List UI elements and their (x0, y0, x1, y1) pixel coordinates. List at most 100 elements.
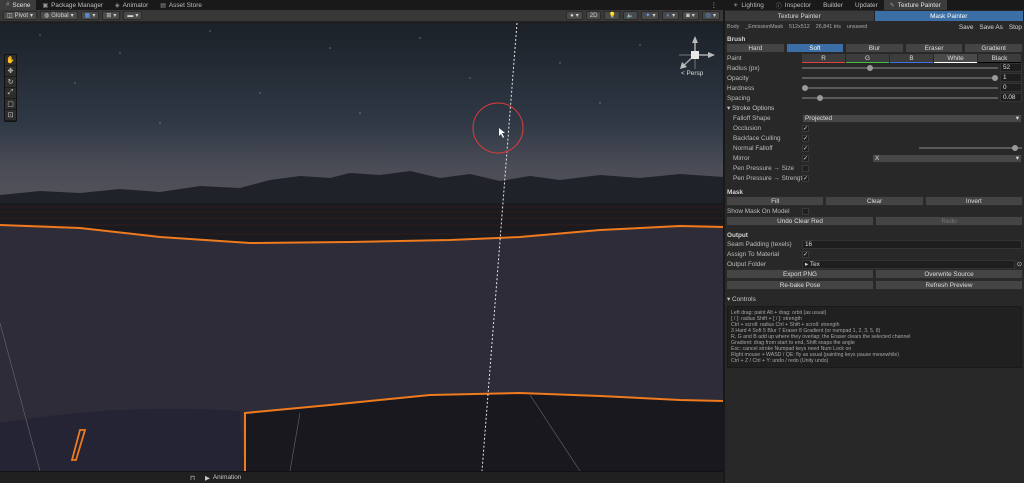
layers-icon: ▬ (127, 12, 134, 19)
stop-button[interactable]: Stop (1009, 24, 1022, 31)
output-folder-field[interactable]: ▸ Tex (802, 259, 1015, 269)
hardness-slider[interactable]: 0 (802, 83, 1022, 93)
occlusion-checkbox[interactable]: ✓ (802, 124, 809, 132)
rebake-pose-button[interactable]: Re-bake Pose (726, 280, 874, 290)
camera-icon: ◙ (686, 12, 690, 19)
normal-falloff-checkbox[interactable]: ✓ (802, 144, 809, 152)
channel-g-button[interactable]: G (846, 53, 889, 63)
scale-tool-icon[interactable]: ⤢ (5, 88, 16, 99)
falloff-dropdown[interactable]: Projected (802, 113, 1022, 123)
spacing-value[interactable]: 0.08 (1000, 93, 1022, 102)
stroke-options-foldout[interactable]: ▾ Stroke Options (725, 103, 1024, 113)
channel-b-button[interactable]: B (890, 53, 933, 63)
brush-soft-button[interactable]: Soft (785, 43, 845, 53)
shading-mode-button[interactable]: ● ▾ (566, 11, 583, 20)
store-icon: ▤ (160, 2, 166, 9)
gizmos-button[interactable]: ◎ ▾ (701, 11, 720, 20)
snap-increment-button[interactable]: ⊞ ▾ (102, 11, 121, 20)
object-picker-icon[interactable]: ⊙ (1015, 260, 1022, 268)
show-mask-row: Show Mask On Model (725, 206, 1024, 216)
brush-blur-button[interactable]: Blur (845, 43, 904, 53)
tab-inspector[interactable]: ⓘ Inspector (770, 0, 817, 10)
opacity-value[interactable]: 1 (1000, 73, 1022, 82)
target-info: Body _EmissionMask 512x512 26,841 tris u… (725, 21, 1024, 33)
hand-tool-icon[interactable]: ✋ (5, 55, 16, 66)
pivot-icon: ◫ (7, 13, 13, 19)
perspective-label[interactable]: < Persp (681, 70, 703, 77)
export-png-button[interactable]: Export PNG (726, 269, 874, 279)
normal-falloff-slider[interactable] (919, 143, 1022, 153)
tab-builder[interactable]: Builder (817, 0, 849, 10)
texture-painter-panel: ☀ Lighting ⓘ Inspector Builder Updater ✎ Te… (725, 0, 1024, 483)
tab-texture-painter[interactable]: ✎ Texture Painter (883, 0, 947, 10)
grid-snap-button[interactable]: ▦ ▾ (80, 11, 100, 20)
global-dropdown[interactable]: ◍ Global ▾ (40, 11, 78, 20)
pen-strength-checkbox[interactable]: ✓ (802, 174, 809, 182)
seam-padding-field[interactable]: 16 (802, 239, 1022, 249)
mirror-checkbox[interactable]: ✓ (802, 154, 809, 162)
scene-viewport[interactable]: ✋ ✥ ↻ ⤢ ▢ ⊡ (0, 23, 723, 471)
refresh-preview-button[interactable]: Refresh Preview (875, 280, 1023, 290)
spacing-slider[interactable]: 0.08 (802, 93, 1022, 103)
invert-button[interactable]: Invert (924, 196, 1023, 206)
pivot-dropdown[interactable]: ◫ Pivot ▾ (3, 11, 38, 20)
tab-lighting[interactable]: ☀ Lighting (727, 0, 770, 10)
more-options-icon[interactable]: ⋮ (705, 0, 723, 10)
assign-material-checkbox[interactable]: ✓ (802, 250, 809, 258)
channel-r-button[interactable]: R (802, 53, 845, 63)
mode-2d-button[interactable]: 2D (585, 11, 602, 20)
tab-animator[interactable]: ◈ Animator (109, 0, 154, 10)
pen-size-checkbox[interactable] (802, 164, 809, 172)
radius-slider[interactable]: 52 (802, 63, 1022, 73)
channel-white-button[interactable]: White (934, 53, 977, 63)
audio-toggle[interactable]: 🔈 (622, 11, 639, 20)
hidden-objects-toggle[interactable]: ◐ ▾ (662, 11, 680, 20)
lock-icon[interactable]: ⊓ (190, 474, 195, 482)
normal-falloff-row: Normal Falloff ✓ (725, 143, 1024, 153)
tab-mask-painter-mode[interactable]: Mask Painter (874, 11, 1024, 21)
save-as-button[interactable]: Save As (979, 24, 1002, 31)
fill-button[interactable]: Fill (726, 196, 825, 206)
rotate-tool-icon[interactable]: ↻ (5, 77, 16, 88)
sphere-icon: ● (570, 12, 574, 19)
move-tool-icon[interactable]: ✥ (5, 66, 16, 77)
save-state: unsaved (846, 24, 868, 30)
redo-button[interactable]: Redo (875, 216, 1023, 226)
tab-texture-painter-mode[interactable]: Texture Painter (725, 11, 875, 21)
brush-eraser-button[interactable]: Eraser (904, 43, 964, 53)
pen-strength-row: Pen Pressure → Strength ✓ (733, 174, 809, 182)
hardness-value[interactable]: 0 (1000, 83, 1022, 92)
channel-black-button[interactable]: Black (978, 53, 1021, 63)
save-button[interactable]: Save (959, 24, 974, 31)
clear-button[interactable]: Clear (825, 196, 924, 206)
scene-tab-bar: # Scene ▣ Package Manager ◈ Animator ▤ Asset… (0, 0, 723, 10)
globe-icon: ◍ (44, 13, 50, 19)
opacity-slider[interactable]: 1 (802, 73, 1022, 83)
pen-size-row: Pen Pressure → Size (725, 163, 1024, 173)
tab-updater[interactable]: Updater (849, 0, 884, 10)
brush-hard-button[interactable]: Hard (726, 43, 785, 53)
scene-camera-button[interactable]: ◙ ▾ (682, 11, 699, 20)
effects-toggle[interactable]: ✦ ▾ (641, 11, 660, 20)
show-mask-checkbox[interactable] (802, 207, 809, 215)
overwrite-source-button[interactable]: Overwrite Source (875, 269, 1023, 279)
painter-mode-tabs: Texture Painter Mask Painter (725, 11, 1024, 21)
undo-button[interactable]: Undo Clear Red (726, 216, 874, 226)
assign-material-row: Assign To Material ✓ (727, 250, 809, 258)
render-overlay-button[interactable]: ▬ ▾ (123, 11, 143, 20)
brush-gradient-button[interactable]: Gradient (964, 43, 1023, 53)
tab-animation[interactable]: ▶ Animation (205, 474, 241, 482)
tab-scene[interactable]: # Scene (0, 0, 37, 10)
mirror-axis-dropdown[interactable]: X (872, 153, 1022, 163)
transform-tool-icon[interactable]: ⊡ (5, 110, 16, 121)
backface-checkbox[interactable]: ✓ (802, 134, 809, 142)
animator-icon: ◈ (115, 2, 120, 9)
tab-asset-store[interactable]: ▤ Asset Store (154, 0, 208, 10)
controls-foldout[interactable]: ▾ Controls (725, 294, 1024, 304)
radius-value[interactable]: 52 (1000, 63, 1022, 72)
lighting-toggle[interactable]: 💡 (604, 11, 620, 20)
rect-tool-icon[interactable]: ▢ (5, 99, 16, 110)
scene-render[interactable] (0, 23, 723, 471)
tab-package-manager[interactable]: ▣ Package Manager (36, 0, 109, 10)
occlusion-row: Occlusion ✓ (733, 124, 809, 132)
